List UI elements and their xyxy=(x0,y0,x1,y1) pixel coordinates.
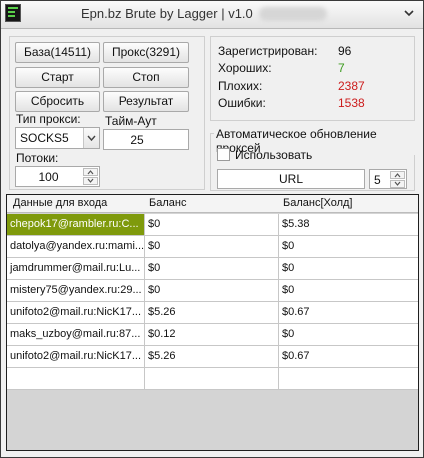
proxy-type-select[interactable]: SOCKS5 xyxy=(15,127,100,149)
results-table[interactable]: Данные для входа Баланс Баланс[Холд] che… xyxy=(6,194,419,451)
stat-value: 2387 xyxy=(338,79,365,93)
app-icon xyxy=(5,4,21,22)
login-cell[interactable]: jamdrummer@mail.ru:Lu... xyxy=(7,258,145,279)
threads-label: Потоки: xyxy=(16,151,59,165)
balance-cell[interactable]: $5.26 xyxy=(145,346,279,367)
proxy-type-value: SOCKS5 xyxy=(20,131,69,145)
empty-cell[interactable] xyxy=(7,368,145,389)
title-bar[interactable]: Epn.bz Brute by Lagger | v1.0 xyxy=(1,1,423,29)
threads-stepper[interactable]: 100 xyxy=(15,166,100,187)
balance-hold-cell[interactable]: $0.67 xyxy=(279,346,418,367)
empty-cell[interactable] xyxy=(145,368,279,389)
login-cell[interactable]: mistery75@yandex.ru:29... xyxy=(7,280,145,301)
balance-cell[interactable]: $5.26 xyxy=(145,302,279,323)
balance-hold-cell[interactable]: $0 xyxy=(279,258,418,279)
table-row[interactable]: jamdrummer@mail.ru:Lu... $0 $0 xyxy=(7,258,418,280)
chevron-down-icon[interactable] xyxy=(83,128,99,148)
threads-value: 100 xyxy=(38,170,59,184)
balance-hold-cell[interactable]: $0 xyxy=(279,236,418,257)
table-row[interactable]: mistery75@yandex.ru:29... $0 $0 xyxy=(7,280,418,302)
table-row[interactable]: maks_uzboy@mail.ru:87... $0.12 $0 xyxy=(7,324,418,346)
timeout-label: Тайм-Аут xyxy=(105,114,157,128)
column-header-login[interactable]: Данные для входа xyxy=(13,197,107,209)
table-row[interactable]: datolya@yandex.ru:mami... $0 $0 xyxy=(7,236,418,258)
stop-button[interactable]: Стоп xyxy=(103,67,189,88)
balance-cell[interactable]: $0 xyxy=(145,258,279,279)
reset-button[interactable]: Сбросить xyxy=(15,91,100,112)
threads-spin[interactable] xyxy=(83,168,98,185)
balance-hold-cell[interactable]: $0 xyxy=(279,280,418,301)
table-row[interactable]: unifoto2@mail.ru:NicK17... $5.26 $0.67 xyxy=(7,302,418,324)
table-header: Данные для входа Баланс Баланс[Холд] xyxy=(7,195,418,213)
use-auto-update-checkbox[interactable] xyxy=(217,148,230,161)
stat-label: Хороших: xyxy=(218,61,272,75)
login-cell[interactable]: unifoto2@mail.ru:NicK17... xyxy=(7,346,145,367)
timeout-stepper[interactable]: 25 xyxy=(103,129,189,150)
balance-cell[interactable]: $0 xyxy=(145,236,279,257)
login-cell[interactable]: chepok17@rambler.ru:C... xyxy=(7,214,145,235)
stat-value: 7 xyxy=(338,61,345,75)
proxy-type-label: Тип прокси: xyxy=(16,112,81,126)
use-auto-update-label: Использовать xyxy=(235,148,313,162)
table-row[interactable]: chepok17@rambler.ru:C... $0 $5.38 xyxy=(7,214,418,236)
timeout-value: 25 xyxy=(130,133,144,147)
stat-label: Плохих: xyxy=(218,79,263,93)
spin-down-icon[interactable] xyxy=(390,180,405,188)
start-button[interactable]: Старт xyxy=(15,67,100,88)
column-header-balance-hold[interactable]: Баланс[Холд] xyxy=(283,197,353,209)
window-title: Epn.bz Brute by Lagger | v1.0 xyxy=(81,6,253,21)
proxy-url-field[interactable]: URL xyxy=(217,169,365,189)
interval-stepper[interactable]: 5 xyxy=(369,169,407,189)
load-proxy-button[interactable]: Прокс(3291) xyxy=(103,42,189,63)
column-header-balance[interactable]: Баланс xyxy=(149,197,186,209)
chevron-down-icon[interactable] xyxy=(401,5,417,21)
balance-cell[interactable]: $0 xyxy=(145,280,279,301)
interval-value: 5 xyxy=(374,173,381,187)
login-cell[interactable]: datolya@yandex.ru:mami... xyxy=(7,236,145,257)
login-cell[interactable]: maks_uzboy@mail.ru:87... xyxy=(7,324,145,345)
result-button[interactable]: Результат xyxy=(103,91,189,112)
balance-cell[interactable]: $0 xyxy=(145,214,279,235)
spin-up-icon[interactable] xyxy=(390,171,405,179)
load-base-button[interactable]: База(14511) xyxy=(15,42,100,63)
balance-hold-cell[interactable]: $0.67 xyxy=(279,302,418,323)
table-row[interactable]: unifoto2@mail.ru:NicK17... $5.26 $0.67 xyxy=(7,346,418,368)
spin-down-icon[interactable] xyxy=(83,177,98,185)
stat-value: 96 xyxy=(338,44,352,58)
interval-spin[interactable] xyxy=(390,171,405,188)
spin-up-icon[interactable] xyxy=(83,168,98,176)
stat-label: Ошибки: xyxy=(218,96,266,110)
balance-hold-cell[interactable]: $5.38 xyxy=(279,214,418,235)
app-window: Epn.bz Brute by Lagger | v1.0 База(14511… xyxy=(0,0,424,458)
login-cell[interactable]: unifoto2@mail.ru:NicK17... xyxy=(7,302,145,323)
empty-cell[interactable] xyxy=(279,368,418,389)
stat-label: Зарегистрирован: xyxy=(218,44,318,58)
redacted-area xyxy=(259,7,327,21)
balance-hold-cell[interactable]: $0 xyxy=(279,324,418,345)
stat-value: 1538 xyxy=(338,96,365,110)
balance-cell[interactable]: $0.12 xyxy=(145,324,279,345)
table-row-empty[interactable] xyxy=(7,368,418,390)
